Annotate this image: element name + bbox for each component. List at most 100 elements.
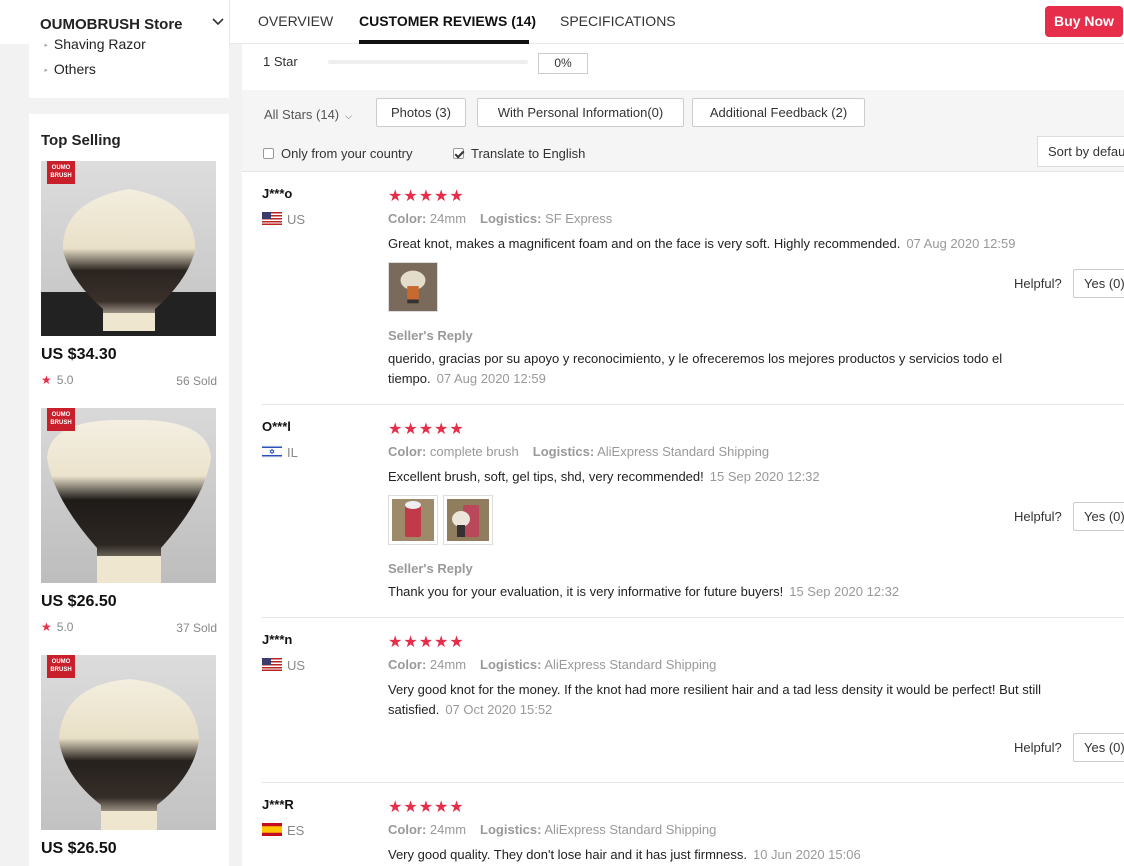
review-text: Very good knot for the money. If the kno… [388,680,1088,720]
reviewer-country: IL [262,445,298,460]
checkbox-unchecked[interactable] [263,148,274,159]
reply-date: 15 Sep 2020 12:32 [789,584,900,599]
review-item: O***l IL ★★★★★ Color: complete brush Logi… [262,405,1124,618]
reply-date: 07 Aug 2020 12:59 [436,371,546,386]
il-flag-icon [262,445,282,458]
only-country-checkbox[interactable]: Only from your country [263,146,413,161]
product-image[interactable]: OUMO BRUSH [41,408,216,583]
tab-customer-reviews[interactable]: CUSTOMER REVIEWS (14) [359,13,536,29]
reviewer-country: US [262,212,305,227]
review-date: 07 Aug 2020 12:59 [906,236,1016,251]
helpful-yes-button[interactable]: Yes (0) [1073,269,1124,298]
color-label: Color: [388,822,427,837]
filter-additional-feedback-button[interactable]: Additional Feedback (2) [692,98,865,127]
translate-checkbox[interactable]: Translate to English [453,146,585,161]
brush-photo-image [392,499,434,541]
star-icon: ★ [41,620,52,634]
seller-reply-text: querido, gracias por su apoyo y reconoci… [388,349,1048,389]
reviewer-name: J***n [262,632,293,647]
product-price: US $26.50 [41,593,117,610]
filter-personal-info-button[interactable]: With Personal Information(0) [477,98,684,127]
logistics-label: Logistics: [480,657,542,672]
logistics-label: Logistics: [480,822,542,837]
country-code: US [287,658,306,673]
reviewer-name: J***o [262,186,293,201]
rating-row-percent: 0% [538,53,588,74]
sold-count: 56 Sold [176,374,217,388]
review-photo-thumbnail[interactable] [388,262,438,312]
rating-value: 5.0 [56,373,74,387]
top-selling-product[interactable]: OUMO BRUSH US $26.50 ★ 5.0 37 Sold [41,408,217,635]
all-stars-dropdown[interactable]: All Stars (14) ⌵ [264,107,352,122]
chevron-down-icon[interactable] [210,14,226,30]
product-image[interactable]: OUMO BRUSH [41,655,216,830]
sort-dropdown[interactable]: Sort by default [1037,136,1124,167]
review-body: Excellent brush, soft, gel tips, shd, ve… [388,469,704,484]
color-label: Color: [388,211,427,226]
us-flag-icon [262,658,282,671]
sold-count: 37 Sold [176,621,217,635]
review-photo-thumbnail[interactable] [388,495,438,545]
logistics-value: AliExpress Standard Shipping [544,657,717,672]
rating-value: 5.0 [56,620,74,634]
top-selling-panel: Top Selling OUMO BRUSH US $34.30 ★ 5.0 56… [29,114,229,866]
review-photo-thumbnail[interactable] [443,495,493,545]
brush-photo-image [389,263,437,311]
review-date: 15 Sep 2020 12:32 [709,469,820,484]
review-photos [388,495,498,545]
buy-now-button[interactable]: Buy Now [1045,6,1123,37]
review-text: Very good quality. They don't lose hair … [388,845,1088,865]
review-text: Great knot, makes a magnificent foam and… [388,234,1088,254]
all-stars-label: All Stars (14) [264,107,340,122]
top-selling-product[interactable]: OUMO BRUSH US $26.50 [41,655,217,857]
logistics-label: Logistics: [532,444,595,459]
shaving-brush-knot-image [41,161,216,336]
brand-badge: OUMO BRUSH [47,408,75,431]
product-rating: ★ 5.0 [41,373,73,387]
helpful-yes-button[interactable]: Yes (0) [1073,502,1124,531]
country-code: US [287,212,306,227]
reviews-panel: 1 Star 0% All Stars (14) ⌵ Photos (3) Wit… [242,44,1124,866]
color-label: Color: [388,444,427,459]
review-meta: Color: 24mm Logistics: SF Express [388,211,612,226]
chevron-down-icon: ⌵ [345,111,352,121]
review-body: Great knot, makes a magnificent foam and… [388,236,901,251]
review-item: J***R ES ★★★★★ Color: 24mm Logistics: Ali… [262,783,1124,866]
category-item-shaving-razor[interactable]: Shaving Razor [43,36,146,52]
logistics-value: AliExpress Standard Shipping [544,822,717,837]
review-meta: Color: complete brush Logistics: AliExpre… [388,444,769,459]
country-code: IL [287,445,298,460]
es-flag-icon [262,823,282,836]
review-date: 07 Oct 2020 15:52 [445,702,553,717]
seller-reply-label: Seller's Reply [388,328,473,343]
review-stars: ★★★★★ [388,799,465,816]
brush-photo-image [447,499,489,541]
review-meta: Color: 24mm Logistics: AliExpress Standar… [388,657,716,672]
product-image[interactable]: OUMO BRUSH [41,161,216,336]
helpful-label: Helpful? [1014,740,1062,755]
top-selling-product[interactable]: OUMO BRUSH US $34.30 ★ 5.0 56 Sold [41,161,217,388]
product-price: US $34.30 [41,346,117,363]
category-list: Shaving Razor Others [29,30,229,98]
product-rating: ★ 5.0 [41,620,73,634]
filter-photos-button[interactable]: Photos (3) [376,98,466,127]
tab-specifications[interactable]: SPECIFICATIONS [560,13,676,29]
rating-row-label: 1 Star [263,54,298,69]
brand-badge: OUMO BRUSH [47,161,75,184]
logistics-label: Logistics: [480,211,542,226]
category-item-others[interactable]: Others [43,61,96,77]
review-date: 10 Jun 2020 15:06 [752,847,861,862]
logistics-value: SF Express [545,211,613,226]
only-country-label: Only from your country [281,146,413,161]
shaving-brush-knot-image [41,408,216,583]
review-stars: ★★★★★ [388,421,465,438]
checkbox-checked[interactable] [453,148,464,159]
color-label: Color: [388,657,427,672]
translate-label: Translate to English [471,146,586,161]
tab-overview[interactable]: OVERVIEW [258,13,333,29]
top-selling-title: Top Selling [41,132,121,149]
review-stars: ★★★★★ [388,188,465,205]
review-text: Excellent brush, soft, gel tips, shd, ve… [388,467,1088,487]
helpful-yes-button[interactable]: Yes (0) [1073,733,1124,762]
helpful-label: Helpful? [1014,276,1062,291]
